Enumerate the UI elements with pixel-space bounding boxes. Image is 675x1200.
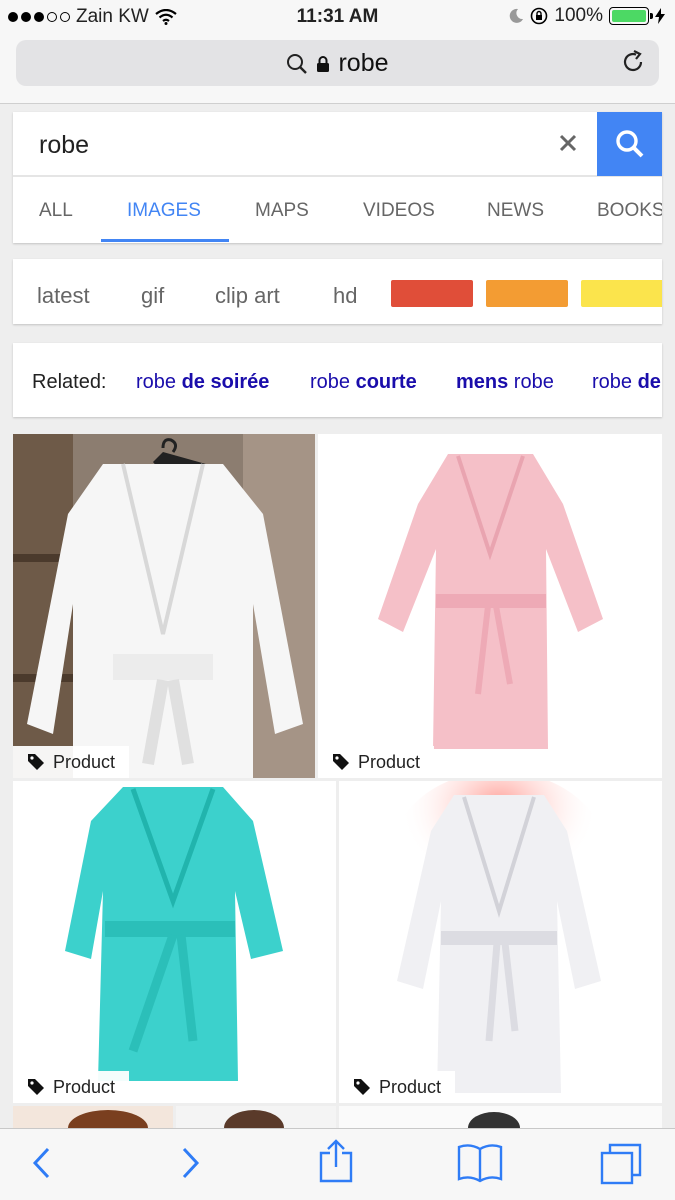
tag-icon xyxy=(354,1079,370,1095)
robe-image xyxy=(389,781,609,1093)
product-badge: Product xyxy=(318,746,435,778)
tab-images[interactable]: IMAGES xyxy=(127,200,201,222)
rotation-lock-icon xyxy=(531,7,548,25)
related-label: Related: xyxy=(32,371,107,393)
robe-image xyxy=(13,434,315,778)
robe-image xyxy=(65,787,283,1081)
related-searches: Related: robe de soirée robe courte mens… xyxy=(13,343,662,417)
back-icon[interactable] xyxy=(30,1145,54,1181)
product-badge-label: Product xyxy=(53,1076,116,1097)
search-input[interactable]: robe xyxy=(13,112,597,176)
related-text: robe xyxy=(310,371,356,393)
product-badge-label: Product xyxy=(358,751,421,772)
tab-news[interactable]: NEWS xyxy=(487,200,544,222)
status-bar: Zain KW 11:31 AM 100% xyxy=(0,0,675,34)
image-result-turquoise-robe[interactable]: Product xyxy=(13,781,336,1103)
product-badge-label: Product xyxy=(53,751,116,772)
bookmarks-icon[interactable] xyxy=(456,1143,504,1183)
image-result-pink-robe[interactable]: Product xyxy=(318,434,662,778)
address-text: robe xyxy=(338,49,389,77)
image-result-white-robe-hanger[interactable]: Product xyxy=(13,434,315,778)
image-result-white-robe-glow[interactable]: Product xyxy=(339,781,662,1103)
product-badge: Product xyxy=(13,746,130,778)
partial-image xyxy=(468,1112,520,1128)
related-item-robe-courte[interactable]: robe courte xyxy=(310,371,417,394)
image-result-partial[interactable] xyxy=(176,1106,336,1128)
related-bold: mens xyxy=(456,371,509,393)
image-result-partial[interactable] xyxy=(339,1106,662,1128)
browser-toolbar xyxy=(0,1128,675,1200)
tag-icon xyxy=(28,754,44,770)
product-badge: Product xyxy=(339,1071,456,1103)
share-icon[interactable] xyxy=(318,1139,354,1183)
tab-maps[interactable]: MAPS xyxy=(255,200,309,222)
lock-icon xyxy=(317,55,330,72)
color-swatch-orange[interactable] xyxy=(486,280,568,307)
related-text: robe xyxy=(508,371,554,393)
address-bar[interactable]: robe xyxy=(16,40,659,86)
chip-gif[interactable]: gif xyxy=(141,283,164,309)
related-text: robe xyxy=(592,371,638,393)
chip-latest[interactable]: latest xyxy=(37,283,90,309)
search-card: robe ALL IMAGES MAPS VIDEOS NEWS BOOKS xyxy=(13,112,662,243)
partial-image xyxy=(224,1110,284,1128)
robe-image xyxy=(378,454,603,749)
charging-icon xyxy=(655,8,665,24)
battery-icon xyxy=(609,7,653,25)
tab-books[interactable]: BOOKS xyxy=(597,200,662,222)
related-bold: courte xyxy=(355,371,417,393)
forward-icon[interactable] xyxy=(178,1145,202,1181)
related-item-robe-de-soiree[interactable]: robe de soirée xyxy=(136,371,269,394)
related-text: robe xyxy=(136,371,182,393)
tag-icon xyxy=(333,754,349,770)
battery-percent: 100% xyxy=(554,5,603,26)
reload-icon[interactable] xyxy=(621,50,645,74)
tab-videos[interactable]: VIDEOS xyxy=(363,200,435,222)
tag-icon xyxy=(28,1079,44,1095)
partial-image xyxy=(68,1110,148,1128)
product-badge-label: Product xyxy=(379,1076,442,1097)
tabs-icon[interactable] xyxy=(598,1141,644,1187)
filter-chips: latest gif clip art hd xyxy=(13,259,662,324)
search-icon xyxy=(615,130,643,158)
color-swatch-red[interactable] xyxy=(391,280,473,307)
related-bold: de soirée xyxy=(181,371,270,393)
tab-all[interactable]: ALL xyxy=(39,200,73,222)
chip-clip-art[interactable]: clip art xyxy=(215,283,280,309)
search-button[interactable] xyxy=(597,112,662,176)
related-item-mens-robe[interactable]: mens robe xyxy=(456,371,554,394)
browser-chrome: robe xyxy=(0,34,675,104)
related-item-robe-de[interactable]: robe de xyxy=(592,371,661,394)
active-tab-indicator xyxy=(101,239,229,242)
chip-hd[interactable]: hd xyxy=(333,283,357,309)
search-tabs: ALL IMAGES MAPS VIDEOS NEWS BOOKS xyxy=(13,176,662,243)
color-swatch-yellow[interactable] xyxy=(581,280,662,307)
moon-icon xyxy=(510,8,524,23)
search-query: robe xyxy=(39,131,90,159)
search-icon xyxy=(287,53,308,74)
clear-icon[interactable] xyxy=(555,130,581,156)
product-badge: Product xyxy=(13,1071,130,1103)
related-bold: de xyxy=(637,371,661,393)
image-result-partial[interactable] xyxy=(13,1106,173,1128)
